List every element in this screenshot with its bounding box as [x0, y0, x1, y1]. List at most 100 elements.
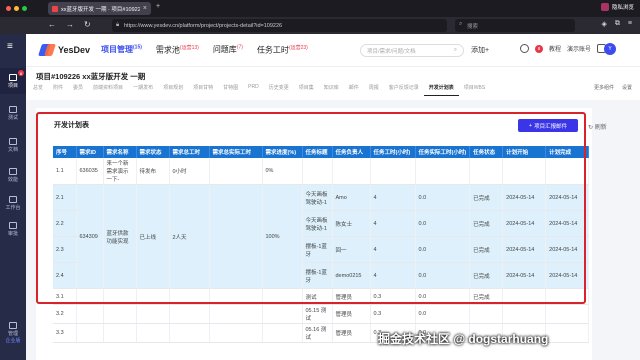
notice-badge[interactable]: 8 — [535, 44, 543, 53]
maximize-window-button[interactable] — [22, 6, 27, 11]
nav-count: (7) — [236, 44, 243, 51]
cell-task-title[interactable]: 摆板-1蓝牙 — [302, 262, 333, 289]
cell-no: 3.1 — [53, 288, 77, 305]
sidebar-item-project[interactable]: 项目 8 — [0, 68, 26, 94]
table-row[interactable]: 1.1 636035 来一个新需求演示一下- 待发布 0小时 0% — [53, 158, 590, 185]
tab-item[interactable]: 周报 — [364, 84, 384, 96]
cell-task-hours: 0.3 — [370, 288, 416, 305]
cell-req-name[interactable]: 蓝牙供款功能实现 — [103, 184, 137, 289]
cell-task-owner — [332, 158, 371, 185]
cell-task-title[interactable]: 05.16 测试 — [302, 323, 333, 343]
extensions-icon[interactable]: ⧉ — [615, 20, 620, 28]
tab-item[interactable]: 甘特图 — [218, 84, 243, 96]
tutorial-link[interactable]: 教程 — [549, 44, 561, 53]
nav-count: (15) — [133, 44, 142, 51]
private-browsing-indicator: 隐私浏览 — [600, 3, 634, 11]
column-header: 计划完成 — [545, 146, 590, 158]
cell-empty — [103, 288, 137, 305]
cell-task-owner: 管理员 — [332, 323, 371, 343]
nav-count: (运营23) — [288, 45, 308, 51]
cell-task-title[interactable]: 今天画板驾驶动-1 — [302, 210, 333, 237]
cell-empty — [76, 304, 104, 324]
column-header: 任务负责人 — [332, 146, 371, 158]
browser-navbar: ← → ↻ 🔒︎ https://www.yesdev.cn/platform/… — [0, 17, 640, 34]
cell-task-title[interactable]: 摆板-1蓝牙 — [302, 236, 333, 263]
tab-item[interactable]: 历史变更 — [264, 84, 294, 96]
tab-item[interactable]: 附件 — [48, 84, 68, 96]
export-label: 项目汇报邮件 — [534, 123, 568, 130]
tab-item[interactable]: 项目集 — [294, 84, 319, 96]
table-row[interactable]: 3.1 测试 管理员 0.3 0.0 已完成 — [53, 288, 590, 305]
tab-item[interactable]: 知识库 — [319, 84, 344, 96]
nav-requirement-pool[interactable]: 需求池(运营13) — [156, 44, 199, 56]
dev-plan-table: 序号 需求ID 需求名称 需求状态 需求总工时 需求总实际工时 需求进度(%) 任务标题 任务负… — [53, 146, 590, 343]
tab-item[interactable]: 邮件 — [344, 84, 364, 96]
tab-item[interactable]: 委员 — [68, 84, 88, 96]
avatar[interactable]: Y — [604, 43, 616, 55]
add-button[interactable]: 添加+ — [471, 45, 489, 55]
tab-item[interactable]: 一期发布 — [128, 84, 158, 96]
account-menu[interactable]: 演示账号 — [567, 44, 591, 53]
sidebar-item-efficiency[interactable]: 效能 — [0, 162, 26, 188]
new-tab-button[interactable]: + — [156, 3, 160, 10]
nav-task-hours[interactable]: 任务工时(运营23) — [257, 44, 308, 56]
cell-task-owner: demo0215 — [332, 262, 371, 289]
cell-no: 2.3 — [53, 236, 77, 263]
tab-item[interactable]: 项目规划 — [158, 84, 188, 96]
cell-req-name[interactable]: 来一个新需求演示一下- — [103, 158, 137, 185]
cell-req-id: 634309 — [76, 184, 104, 289]
cell-no: 2.1 — [53, 184, 77, 211]
tab-item[interactable]: PRD — [243, 84, 264, 96]
cell-task-title[interactable]: 测试 — [302, 288, 333, 305]
sidebar-item-docs[interactable]: 文档 — [0, 132, 26, 158]
close-tab-icon[interactable]: × — [143, 5, 147, 12]
shield-icon[interactable]: ◈ — [602, 20, 607, 28]
more-components-button[interactable]: 更多组件 — [594, 84, 614, 91]
nav-label: 任务工时 — [256, 45, 289, 55]
nav-project-management[interactable]: 项目管理(15) — [101, 44, 142, 56]
header-search-input[interactable]: 项目/需求/问题/文档 ⌕ — [360, 44, 464, 57]
tab-item[interactable]: 项目甘特 — [188, 84, 218, 96]
tab-item[interactable]: 客户反馈记录 — [384, 84, 424, 96]
address-bar[interactable]: 🔒︎ https://www.yesdev.cn/platform/projec… — [112, 19, 447, 32]
nav-issue-library[interactable]: 问题库(7) — [213, 44, 243, 56]
reload-icon[interactable]: ↻ — [84, 20, 91, 29]
hamburger-icon[interactable]: ≡ — [7, 41, 13, 52]
settings-link[interactable]: 设置 — [622, 84, 632, 91]
logo-text: YesDev — [58, 45, 91, 55]
cell-task-title[interactable]: 05.15 测试 — [302, 304, 333, 324]
project-tabs: 总览 附件 委员 前端资料项目 一期发布 项目规划 项目甘特 甘特图 PRD 历史变更 项目集 知识库… — [28, 84, 638, 96]
cell-req-actual — [209, 184, 263, 289]
chart-icon — [9, 167, 17, 175]
forward-icon[interactable]: → — [66, 20, 74, 29]
cell-req-id: 636035 — [76, 158, 104, 185]
browser-search-input[interactable]: ⌕ 搜索 — [455, 19, 575, 32]
cell-task-actual: 0.0 — [415, 236, 471, 263]
sidebar-admin[interactable]: 管理 企业版 — [0, 322, 26, 344]
sidebar-item-approval[interactable]: 审批 — [0, 216, 26, 242]
menu-icon[interactable]: ≡ — [628, 20, 632, 28]
refresh-button[interactable]: ↻ 刷新 — [588, 122, 607, 131]
sidebar-item-test[interactable]: 测试 — [0, 100, 26, 126]
tab-item[interactable]: 开发计划表 — [423, 84, 459, 96]
private-browsing-label: 隐私浏览 — [611, 5, 634, 11]
cell-task-title[interactable]: 今天画板驾驶动-1 — [302, 184, 333, 211]
tab-item[interactable]: 项目WBS — [459, 84, 490, 96]
cell-empty — [209, 288, 263, 305]
tab-item[interactable]: 前端资料项目 — [88, 84, 128, 96]
project-report-email-button[interactable]: + 项目汇报邮件 — [518, 119, 578, 132]
browser-tab[interactable]: xx蓝牙版开发 一期 · 项目#10922... × — [48, 2, 151, 15]
minimize-window-button[interactable] — [14, 6, 19, 11]
back-icon[interactable]: ← — [48, 20, 56, 29]
cell-task-actual — [415, 158, 471, 185]
cell-no: 1.1 — [53, 158, 77, 185]
sidebar-item-workbench[interactable]: 工作台 — [0, 190, 26, 216]
cell-no: 2.4 — [53, 262, 77, 289]
bell-icon[interactable] — [520, 44, 529, 53]
cell-plan-end — [545, 158, 590, 185]
close-window-button[interactable] — [6, 6, 11, 11]
logo[interactable]: YesDev — [40, 44, 90, 56]
table-row[interactable]: 2.1 634309 蓝牙供款功能实现 已上线 2人天 100% 今天画板驾驶动-1 Amo 4… — [53, 184, 590, 289]
tab-item[interactable]: 总览 — [28, 84, 48, 96]
table-row[interactable]: 3.2 05.15 测试 管理员 0.3 0.0 — [53, 304, 590, 324]
